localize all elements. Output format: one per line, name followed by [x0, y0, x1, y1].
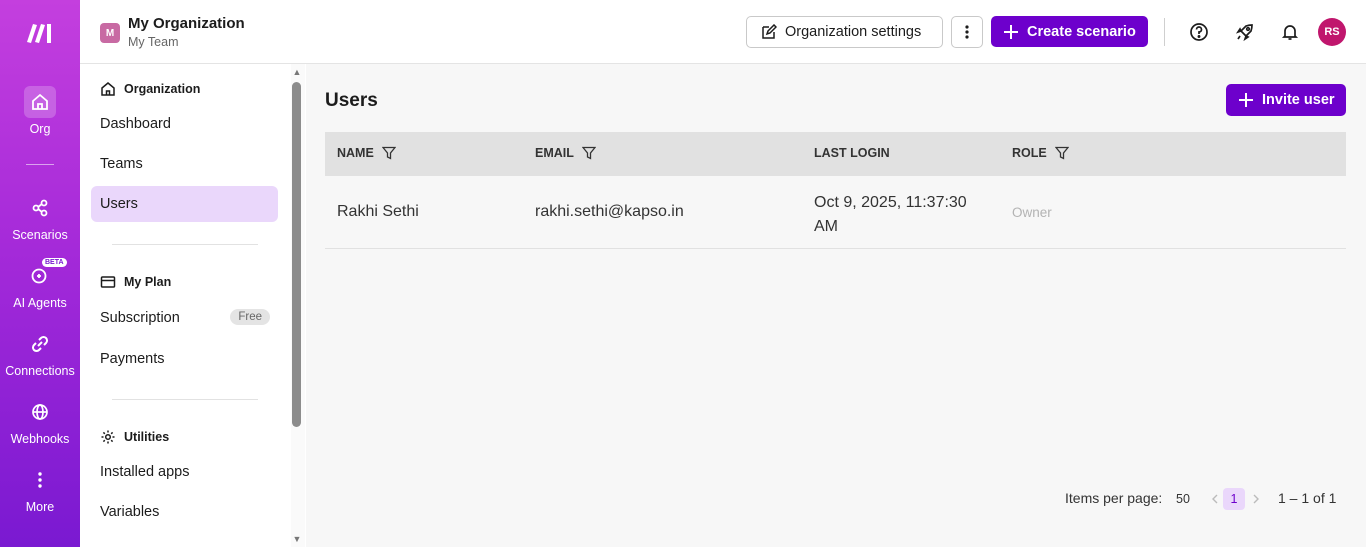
invite-user-button[interactable]: Invite user: [1226, 84, 1346, 116]
edit-icon: [762, 24, 777, 39]
gear-icon: [101, 430, 115, 444]
plan-section-title: My Plan: [124, 275, 172, 289]
globe-icon: [24, 396, 56, 428]
scenarios-icon: [24, 192, 56, 224]
rail-label-org: Org: [29, 122, 51, 136]
table-row[interactable]: Rakhi Sethi rakhi.sethi@kapso.in Oct 9, …: [325, 176, 1346, 249]
user-email-cell: rakhi.sethi@kapso.in: [535, 203, 684, 220]
column-label: EMAIL: [535, 146, 574, 160]
bell-icon[interactable]: [1279, 21, 1301, 43]
table-header: NAME EMAIL LAST LOGIN ROLE: [325, 132, 1346, 176]
beta-badge: BETA: [42, 258, 67, 267]
make-logo-icon[interactable]: [24, 20, 56, 46]
scroll-down-icon[interactable]: ▼: [292, 534, 302, 544]
plus-icon: [1239, 93, 1253, 107]
plus-icon: [1004, 24, 1018, 39]
filter-icon[interactable]: [581, 146, 596, 160]
rail-divider: [26, 164, 54, 165]
filter-icon[interactable]: [1054, 146, 1069, 160]
rail-item-webhooks[interactable]: Webhooks: [0, 396, 80, 446]
top-header: M My Organization My Team Organization s…: [80, 0, 1366, 64]
sidebar-divider: [112, 399, 258, 400]
chevron-right-icon[interactable]: [1250, 493, 1262, 505]
create-scenario-button[interactable]: Create scenario: [991, 16, 1148, 47]
chevron-left-icon[interactable]: [1209, 493, 1221, 505]
users-table: NAME EMAIL LAST LOGIN ROLE Rakhi Sethi r…: [325, 132, 1346, 249]
column-label: LAST LOGIN: [814, 146, 890, 160]
rail-label-more: More: [25, 500, 55, 514]
sidebar-section-utilities: Utilities: [100, 429, 169, 445]
utilities-section-title: Utilities: [124, 430, 170, 444]
org-sidebar: Organization Dashboard Teams Users My Pl…: [80, 64, 306, 547]
rail-item-more[interactable]: More: [0, 464, 80, 514]
org-initial-badge[interactable]: M: [100, 23, 120, 43]
sidebar-item-installed-apps[interactable]: Installed apps: [91, 454, 278, 490]
sidebar-item-payments[interactable]: Payments: [91, 341, 278, 377]
rail-label-webhooks: Webhooks: [10, 432, 70, 446]
scroll-up-icon[interactable]: ▲: [292, 67, 302, 77]
column-label: ROLE: [1012, 146, 1047, 160]
last-login-cell: Oct 9, 2025, 11:37:30 AM: [814, 191, 967, 239]
main-content: Users Invite user NAME EMAIL LAST LOGIN …: [306, 64, 1366, 547]
sidebar-item-dashboard[interactable]: Dashboard: [91, 106, 278, 142]
pagination-range: 1 – 1 of 1: [1278, 490, 1337, 506]
more-vertical-icon: [24, 464, 56, 496]
sidebar-item-subscription[interactable]: Subscription Free: [91, 300, 278, 336]
home-icon: [24, 86, 56, 118]
header-divider: [1164, 18, 1165, 46]
create-scenario-label: Create scenario: [1027, 23, 1136, 40]
filter-icon[interactable]: [381, 146, 396, 160]
rail-item-org[interactable]: Org: [0, 86, 80, 136]
rail-label-connections: Connections: [5, 364, 75, 378]
sidebar-item-variables[interactable]: Variables: [91, 494, 278, 530]
sidebar-section-plan: My Plan: [100, 274, 171, 290]
column-header-last-login: LAST LOGIN: [814, 146, 890, 160]
last-login-line-1: Oct 9, 2025, 11:37:30: [814, 194, 967, 211]
header-more-button[interactable]: [951, 16, 983, 48]
sidebar-item-users[interactable]: Users: [91, 186, 278, 222]
rail-label-scenarios: Scenarios: [12, 228, 68, 242]
page-title: Users: [325, 90, 378, 111]
link-icon: [24, 328, 56, 360]
sidebar-item-teams[interactable]: Teams: [91, 146, 278, 182]
column-header-role[interactable]: ROLE: [1012, 146, 1069, 160]
credit-card-icon: [100, 276, 116, 288]
organization-section-title: Organization: [124, 82, 201, 96]
plan-badge: Free: [230, 309, 270, 325]
sidebar-scroll-thumb[interactable]: [292, 82, 301, 427]
invite-user-label: Invite user: [1262, 92, 1335, 108]
column-header-name[interactable]: NAME: [337, 146, 396, 160]
sidebar-section-organization: Organization: [100, 81, 200, 97]
column-header-email[interactable]: EMAIL: [535, 146, 596, 160]
sidebar-divider: [112, 244, 258, 245]
more-vertical-icon: [965, 25, 969, 39]
user-name-cell: Rakhi Sethi: [337, 203, 419, 220]
role-cell: Owner: [1012, 205, 1052, 220]
rocket-icon[interactable]: [1234, 21, 1256, 43]
rail-item-ai-agents[interactable]: BETA AI Agents: [0, 258, 80, 310]
team-name[interactable]: My Team: [128, 35, 178, 49]
organization-settings-label: Organization settings: [785, 24, 922, 40]
last-login-line-2: AM: [814, 218, 838, 235]
items-per-page-label: Items per page:: [1065, 490, 1163, 506]
help-icon[interactable]: [1188, 21, 1210, 43]
organization-settings-button[interactable]: Organization settings: [746, 16, 943, 48]
page-number-button[interactable]: 1: [1223, 488, 1245, 510]
user-avatar[interactable]: RS: [1318, 18, 1346, 46]
rail-label-ai-agents: AI Agents: [13, 296, 67, 310]
left-rail: Org Scenarios BETA AI Agents Connections…: [0, 0, 80, 547]
home-icon: [101, 82, 115, 96]
column-label: NAME: [337, 146, 374, 160]
rail-item-scenarios[interactable]: Scenarios: [0, 192, 80, 242]
items-per-page-select[interactable]: 50: [1176, 492, 1190, 506]
rail-item-connections[interactable]: Connections: [0, 328, 80, 378]
org-name[interactable]: My Organization: [128, 15, 245, 32]
subscription-label: Subscription: [100, 310, 180, 326]
